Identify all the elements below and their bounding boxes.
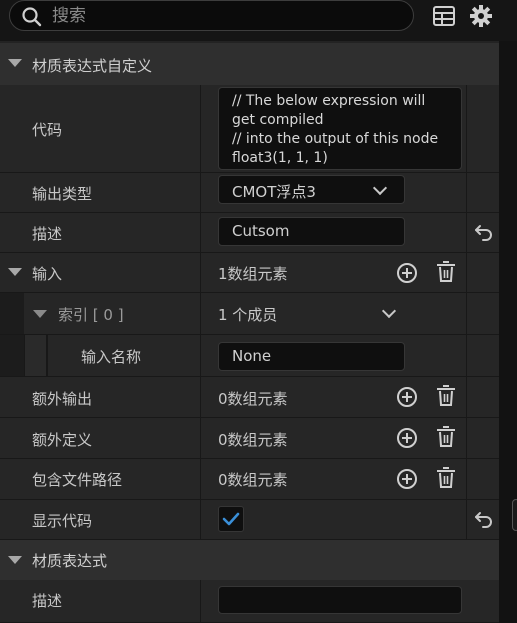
collapse-arrow-icon[interactable] bbox=[8, 59, 22, 67]
toolbar bbox=[0, 0, 517, 34]
property-output-type: 输出类型 CMOT浮点3 bbox=[0, 173, 499, 213]
property-additional-defines: 额外定义 0数组元素 bbox=[0, 418, 499, 459]
gear-icon[interactable] bbox=[468, 4, 494, 28]
search-input[interactable] bbox=[52, 4, 402, 28]
category-title: 材质表达式自定义 bbox=[32, 57, 153, 75]
collapse-arrow-icon[interactable] bbox=[8, 556, 22, 564]
trash-icon[interactable] bbox=[436, 426, 456, 448]
property-additional-outputs: 额外输出 0数组元素 bbox=[0, 377, 499, 418]
property-label: 显示代码 bbox=[32, 512, 93, 530]
search-box[interactable] bbox=[9, 0, 414, 31]
reset-to-default-icon[interactable] bbox=[474, 510, 494, 528]
property-show-code: 显示代码 bbox=[0, 500, 499, 540]
category-material-expression[interactable]: 材质表达式 bbox=[0, 540, 499, 580]
category-title: 材质表达式 bbox=[32, 552, 108, 570]
property-include-file-paths: 包含文件路径 0数组元素 bbox=[0, 459, 499, 500]
scroll-handle[interactable] bbox=[512, 499, 517, 531]
expand-arrow-icon[interactable] bbox=[8, 268, 22, 276]
trash-icon[interactable] bbox=[436, 261, 456, 283]
input-name-field[interactable]: None bbox=[218, 342, 405, 371]
table-icon[interactable] bbox=[431, 4, 457, 28]
trash-icon[interactable] bbox=[436, 385, 456, 407]
property-label: 包含文件路径 bbox=[32, 471, 123, 489]
trash-icon[interactable] bbox=[436, 467, 456, 489]
chevron-down-icon[interactable] bbox=[381, 303, 397, 319]
category-material-expression-custom[interactable]: 材质表达式自定义 bbox=[0, 43, 499, 85]
array-summary: 0数组元素 bbox=[218, 431, 288, 449]
property-label: 输入名称 bbox=[81, 348, 142, 366]
add-element-icon[interactable] bbox=[396, 386, 418, 408]
scrollbar-track[interactable] bbox=[499, 41, 517, 623]
property-label: 额外输出 bbox=[32, 390, 93, 408]
description-input[interactable]: Cutsom bbox=[218, 217, 405, 246]
reset-to-default-icon[interactable] bbox=[474, 223, 494, 241]
array-summary: 0数组元素 bbox=[218, 390, 288, 408]
property-label: 额外定义 bbox=[32, 431, 93, 449]
property-inputs: 输入 1数组元素 bbox=[0, 253, 499, 293]
array-summary: 0数组元素 bbox=[218, 471, 288, 489]
property-description: 描述 Cutsom bbox=[0, 213, 499, 253]
property-label: 输入 bbox=[32, 265, 63, 283]
property-expression-description: 描述 bbox=[0, 580, 499, 623]
show-code-checkbox[interactable] bbox=[218, 506, 244, 532]
add-element-icon[interactable] bbox=[396, 468, 418, 490]
checkmark-icon bbox=[222, 512, 240, 526]
dropdown-value: CMOT浮点3 bbox=[232, 183, 316, 201]
property-label: 代码 bbox=[32, 121, 63, 139]
property-label: 描述 bbox=[32, 592, 63, 610]
add-element-icon[interactable] bbox=[396, 427, 418, 449]
property-code: 代码 // The below expression will get comp… bbox=[0, 85, 499, 173]
property-input-name: 输入名称 None bbox=[0, 335, 499, 377]
expand-arrow-icon[interactable] bbox=[33, 310, 47, 318]
chevron-down-icon bbox=[372, 180, 388, 196]
element-summary: 1 个成员 bbox=[218, 306, 278, 324]
search-icon bbox=[22, 7, 42, 27]
array-summary: 1数组元素 bbox=[218, 265, 288, 283]
code-textarea[interactable]: // The below expression will get compile… bbox=[218, 87, 462, 170]
expression-description-input[interactable] bbox=[218, 586, 462, 614]
element-label: 索引 [ 0 ] bbox=[58, 306, 124, 324]
output-type-dropdown[interactable]: CMOT浮点3 bbox=[218, 175, 405, 204]
add-element-icon[interactable] bbox=[396, 262, 418, 284]
property-label: 描述 bbox=[32, 225, 63, 243]
property-label: 输出类型 bbox=[32, 185, 93, 203]
array-element-index-0: 索引 [ 0 ] 1 个成员 bbox=[0, 293, 499, 335]
